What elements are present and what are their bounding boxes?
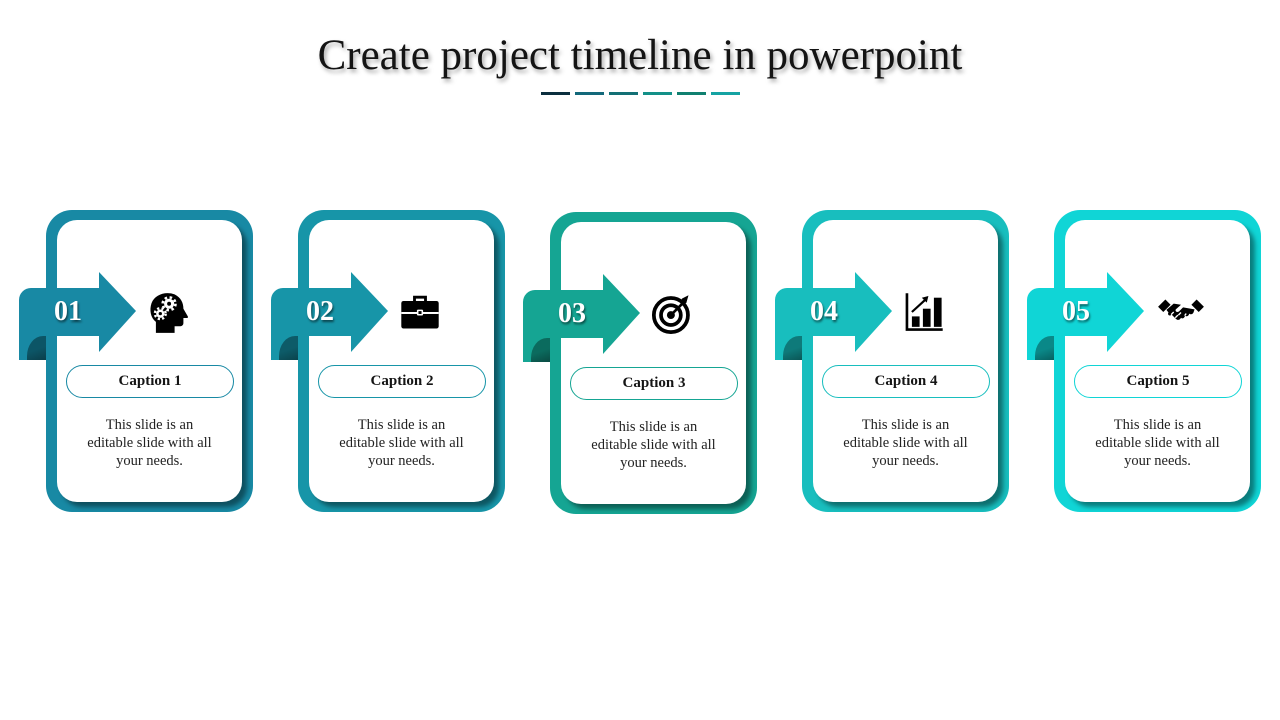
timeline-step-5: 05 Caption 5 This slide is an editable s… xyxy=(1027,210,1261,512)
description-line: your needs. xyxy=(872,453,939,469)
target-icon xyxy=(651,295,690,335)
step-description: This slide is an editable slide with all… xyxy=(813,416,998,470)
caption-button[interactable]: Caption 3 xyxy=(570,367,738,400)
step-arrow-head xyxy=(1107,272,1144,352)
description-line: your needs. xyxy=(368,453,435,469)
description-line: your needs. xyxy=(1124,453,1191,469)
step-description: This slide is an editable slide with all… xyxy=(561,418,746,472)
step-number: 04 xyxy=(810,296,838,327)
step-number: 01 xyxy=(54,296,82,327)
divider-dash xyxy=(609,92,638,95)
description-line: editable slide with all xyxy=(87,435,212,451)
caption-button[interactable]: Caption 2 xyxy=(318,365,486,398)
handshake-icon xyxy=(1158,299,1204,320)
step-arrow-head xyxy=(99,272,136,352)
head-gears-icon xyxy=(150,293,189,333)
description-line: This slide is an xyxy=(609,419,698,435)
timeline-step-3: 03 Caption 3 This slide is an editable s… xyxy=(523,212,757,514)
bar-chart-growth-icon xyxy=(905,293,943,331)
step-arrow-head xyxy=(351,272,388,352)
description-line: your needs. xyxy=(116,453,183,469)
description-line: editable slide with all xyxy=(843,435,968,451)
step-arrow-head xyxy=(603,274,640,354)
step-description: This slide is an editable slide with all… xyxy=(57,416,242,470)
timeline-step-4: 04 Caption 4 This slide is an editable s… xyxy=(775,210,1009,512)
description-line: This slide is an xyxy=(1113,417,1202,433)
slide-title: Create project timeline in powerpoint xyxy=(317,32,963,79)
divider-dash xyxy=(711,92,740,95)
divider-dash xyxy=(643,92,672,95)
description-line: your needs. xyxy=(620,455,687,471)
caption-button[interactable]: Caption 4 xyxy=(822,365,990,398)
description-line: This slide is an xyxy=(105,417,194,433)
description-line: This slide is an xyxy=(357,417,446,433)
step-number: 05 xyxy=(1062,296,1090,327)
description-line: editable slide with all xyxy=(1095,435,1220,451)
caption-button[interactable]: Caption 1 xyxy=(66,365,234,398)
step-description: This slide is an editable slide with all… xyxy=(1065,416,1250,470)
timeline-step-1: 01 Caption 1 This slide is an editable s… xyxy=(19,210,253,512)
description-line: editable slide with all xyxy=(591,437,716,453)
divider-dash xyxy=(677,92,706,95)
description-line: This slide is an xyxy=(861,417,950,433)
step-arrow-head xyxy=(855,272,892,352)
divider-dash xyxy=(575,92,604,95)
briefcase-icon xyxy=(401,295,439,329)
step-description: This slide is an editable slide with all… xyxy=(309,416,494,470)
step-number: 03 xyxy=(558,298,586,329)
caption-button[interactable]: Caption 5 xyxy=(1074,365,1242,398)
timeline-step-2: 02 Caption 2 This slide is an editable s… xyxy=(271,210,505,512)
divider-dash xyxy=(541,92,570,95)
description-line: editable slide with all xyxy=(339,435,464,451)
title-divider xyxy=(541,92,740,95)
step-number: 02 xyxy=(306,296,334,327)
